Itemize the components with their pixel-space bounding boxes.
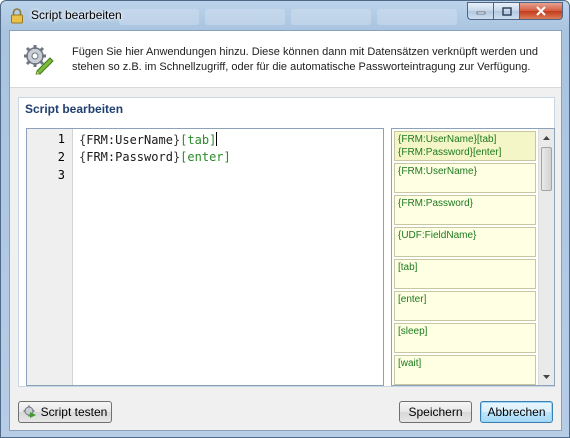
snippet-text: [sleep]	[398, 326, 428, 337]
snippet-text: [tab]	[398, 262, 418, 273]
scroll-thumb[interactable]	[541, 147, 552, 191]
arrow-down-icon	[543, 374, 550, 379]
gear-pencil-icon	[24, 45, 54, 75]
minimize-button[interactable]	[467, 2, 493, 20]
close-button[interactable]	[519, 2, 563, 20]
snippet-item[interactable]: [enter]	[394, 291, 536, 321]
scroll-up-button[interactable]	[539, 130, 554, 145]
text-caret	[216, 132, 218, 146]
save-button[interactable]: Speichern	[399, 401, 472, 423]
code-token-field: FRM:UserName	[86, 133, 173, 147]
script-editor[interactable]: 1 2 3 {FRM:UserName}[tab] {FRM:Password}[en…	[26, 128, 384, 386]
snippet-item[interactable]: {FRM:Password}	[394, 195, 536, 225]
gear-play-icon	[23, 405, 36, 418]
line-number-gutter: 1 2 3	[27, 129, 73, 385]
code-token-tok: [enter]	[180, 150, 231, 164]
line-number: 3	[57, 168, 65, 182]
code-line: {FRM:Password}[enter]	[79, 150, 231, 164]
window-title: Script bearbeiten	[31, 8, 122, 22]
save-label: Speichern	[408, 405, 463, 419]
snippet-item[interactable]: [sleep]	[394, 323, 536, 353]
cancel-label: Abbrechen	[487, 405, 546, 419]
background-tabs	[119, 9, 457, 29]
group-title: Script bearbeiten	[25, 102, 124, 116]
line-number: 2	[57, 150, 65, 164]
snippet-text: {FRM:Password}[enter]	[398, 147, 502, 158]
snippet-text: {FRM:UserName}	[398, 166, 477, 177]
snippet-item[interactable]: {UDF:FieldName}	[394, 227, 536, 257]
snippet-list[interactable]: {FRM:UserName}[tab] {FRM:Password}[enter]…	[391, 128, 555, 386]
dialog-client: Fügen Sie hier Anwendungen hinzu. Diese …	[9, 30, 562, 431]
arrow-up-icon	[543, 135, 550, 140]
snippet-text: [wait]	[398, 358, 422, 369]
code-token-tok: [tab]	[180, 133, 217, 147]
script-group: Script bearbeiten 123 {FRM:UserName}[tab…	[18, 97, 555, 387]
snippet-item[interactable]: {FRM:UserName}[tab] {FRM:Password}[enter]	[394, 131, 536, 161]
code-line: {FRM:UserName}[tab]	[79, 132, 218, 147]
lock-icon	[11, 8, 23, 24]
snippet-text: {FRM:UserName}[tab]	[398, 134, 497, 145]
snippet-text: {UDF:FieldName}	[398, 230, 477, 241]
snippet-scrollbar[interactable]	[538, 129, 554, 385]
maximize-button[interactable]	[493, 2, 519, 20]
minimize-icon	[476, 11, 485, 15]
info-text: Fügen Sie hier Anwendungen hinzu. Diese …	[72, 46, 538, 73]
code-token-field: FRM:Password	[86, 150, 173, 164]
snippet-text: {FRM:Password}	[398, 198, 474, 209]
dialog-window: Script bearbeiten Fügen Sie hier Anwendu…	[0, 0, 570, 438]
close-icon	[536, 6, 546, 16]
title-bar[interactable]: Script bearbeiten	[1, 1, 569, 29]
test-script-label: Script testen	[40, 405, 108, 419]
cancel-button[interactable]: Abbrechen	[480, 401, 553, 423]
snippet-item[interactable]: {FRM:UserName}	[394, 163, 536, 193]
line-number: 1	[57, 132, 65, 146]
snippet-text: [enter]	[398, 294, 427, 305]
window-controls	[467, 2, 563, 20]
info-panel: Fügen Sie hier Anwendungen hinzu. Diese …	[10, 31, 561, 88]
maximize-icon	[501, 6, 512, 16]
test-script-button[interactable]: Script testen	[18, 401, 112, 423]
snippet-item[interactable]: [wait]	[394, 355, 536, 385]
snippet-item[interactable]: [tab]	[394, 259, 536, 289]
scroll-down-button[interactable]	[539, 369, 554, 384]
